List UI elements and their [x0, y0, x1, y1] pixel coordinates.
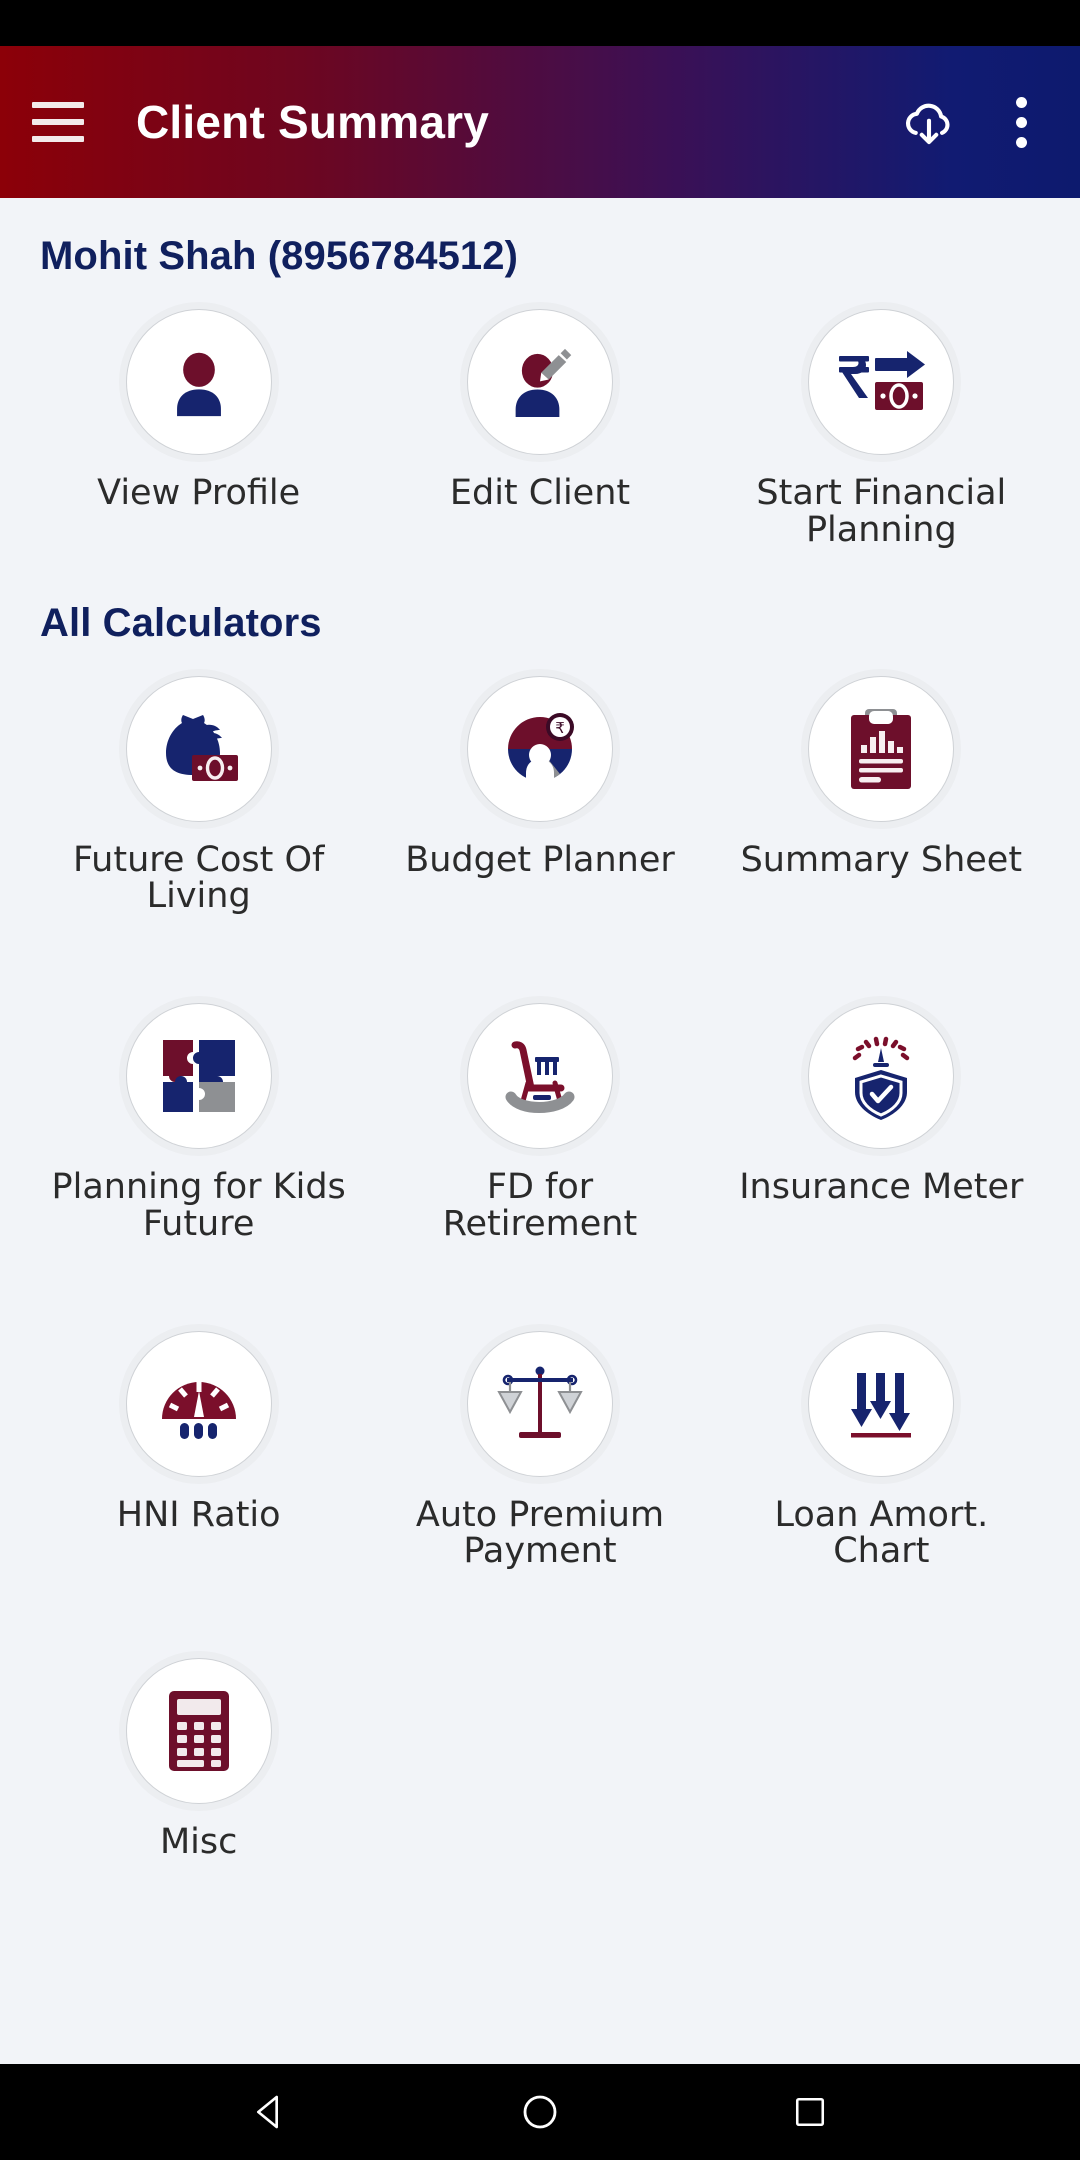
tile-planning-for-kids-future[interactable]: Planning for Kids Future	[28, 991, 369, 1243]
tile-label: FD for Retirement	[442, 1167, 638, 1244]
person-icon	[160, 343, 238, 421]
tile-label: Planning for Kids Future	[51, 1167, 346, 1244]
tile-icon-wrap	[808, 1003, 955, 1149]
gauge-shield-check-icon	[845, 1032, 917, 1120]
row-spacer	[28, 1243, 1052, 1301]
row-spacer	[28, 915, 1052, 973]
donut-chart-rupee-icon: ₹	[498, 707, 582, 791]
tile-icon-wrap: ₹	[466, 675, 613, 822]
recents-square-icon[interactable]	[775, 2077, 845, 2147]
phone-screen: Client Summary Mohit Shah (8956784512) V…	[0, 0, 1080, 2160]
tile-icon-wrap	[466, 1330, 613, 1477]
grid-empty-cell	[369, 1646, 710, 1861]
person-edit-pencil-icon	[500, 342, 580, 422]
calculators-grid-row3: HNI Ratio Auto Premium Payment Loan Amor…	[28, 1319, 1052, 1571]
home-circle-icon[interactable]	[505, 2077, 575, 2147]
tile-label: Auto Premium Payment	[415, 1494, 665, 1572]
tile-icon-wrap	[466, 1003, 613, 1149]
tile-start-financial-planning[interactable]: Start Financial Planning	[711, 297, 1052, 549]
all-calculators-heading: All Calculators	[40, 600, 322, 645]
tile-icon-wrap	[125, 309, 272, 455]
tile-label: Start Financial Planning	[756, 473, 1007, 550]
tile-icon-wrap	[125, 1658, 272, 1804]
calculators-grid-row4: Misc	[28, 1646, 1052, 1861]
tile-label: Budget Planner	[405, 839, 675, 880]
tile-icon-wrap	[125, 1330, 272, 1477]
svg-text:₹: ₹	[555, 719, 565, 737]
app-bar-actions	[894, 87, 1044, 157]
puzzle-pieces-icon	[159, 1036, 239, 1116]
client-actions-grid: View Profile Edit Client Start Financial…	[28, 297, 1052, 549]
tile-label: Loan Amort. Chart	[774, 1494, 989, 1572]
tile-label: View Profile	[97, 473, 301, 513]
client-name-heading: Mohit Shah (8956784512)	[40, 234, 519, 278]
clipboard-chart-icon	[847, 707, 915, 791]
calculator-icon	[165, 1689, 233, 1773]
tile-icon-wrap	[466, 309, 613, 455]
tile-summary-sheet[interactable]: Summary Sheet	[711, 664, 1052, 916]
row-spacer	[28, 1570, 1052, 1628]
back-triangle-icon[interactable]	[235, 2077, 305, 2147]
tile-budget-planner[interactable]: ₹ Budget Planner	[369, 664, 710, 916]
page-title: Client Summary	[136, 96, 490, 148]
money-bag-banknote-icon	[156, 709, 242, 789]
tile-loan-amort-chart[interactable]: Loan Amort. Chart	[711, 1319, 1052, 1571]
tile-icon-wrap	[125, 1003, 272, 1149]
tile-hni-ratio[interactable]: HNI Ratio	[28, 1319, 369, 1571]
tile-label: Insurance Meter	[739, 1167, 1024, 1207]
system-navigation-bar	[0, 2064, 1080, 2160]
tile-label: Future Cost Of Living	[72, 839, 325, 917]
balance-scales-icon	[497, 1362, 583, 1446]
tile-view-profile[interactable]: View Profile	[28, 297, 369, 549]
status-bar	[0, 0, 1080, 46]
calculators-grid: Future Cost Of Living ₹ Budget Planner S…	[28, 664, 1052, 916]
tile-edit-client[interactable]: Edit Client	[369, 297, 710, 549]
calculators-grid-row2: Planning for Kids Future FD for Retireme…	[28, 991, 1052, 1243]
main-content: Mohit Shah (8956784512) View Profile Edi…	[0, 198, 1080, 2064]
tile-icon-wrap	[125, 675, 272, 822]
app-bar: Client Summary	[0, 46, 1080, 198]
tile-label: HNI Ratio	[116, 1494, 281, 1535]
tile-auto-premium-payment[interactable]: Auto Premium Payment	[369, 1319, 710, 1571]
grid-empty-cell	[711, 1646, 1052, 1861]
rocking-chair-icon	[497, 1035, 583, 1117]
tile-insurance-meter[interactable]: Insurance Meter	[711, 991, 1052, 1243]
tile-fd-for-retirement[interactable]: FD for Retirement	[369, 991, 710, 1243]
hamburger-menu-icon[interactable]	[32, 98, 92, 146]
more-vertical-icon[interactable]	[998, 90, 1044, 154]
tile-misc[interactable]: Misc	[28, 1646, 369, 1861]
rupee-transfer-banknote-icon	[833, 344, 929, 420]
tile-icon-wrap	[808, 675, 955, 822]
speedometer-dial-icon	[156, 1367, 242, 1441]
tile-label: Summary Sheet	[740, 839, 1023, 880]
down-arrows-icon	[841, 1365, 921, 1443]
tile-future-cost-of-living[interactable]: Future Cost Of Living	[28, 664, 369, 916]
cloud-download-icon[interactable]	[894, 87, 964, 157]
tile-icon-wrap	[808, 1330, 955, 1477]
tile-label: Misc	[159, 1822, 238, 1862]
tile-label: Edit Client	[449, 473, 631, 513]
tile-icon-wrap	[808, 309, 955, 455]
